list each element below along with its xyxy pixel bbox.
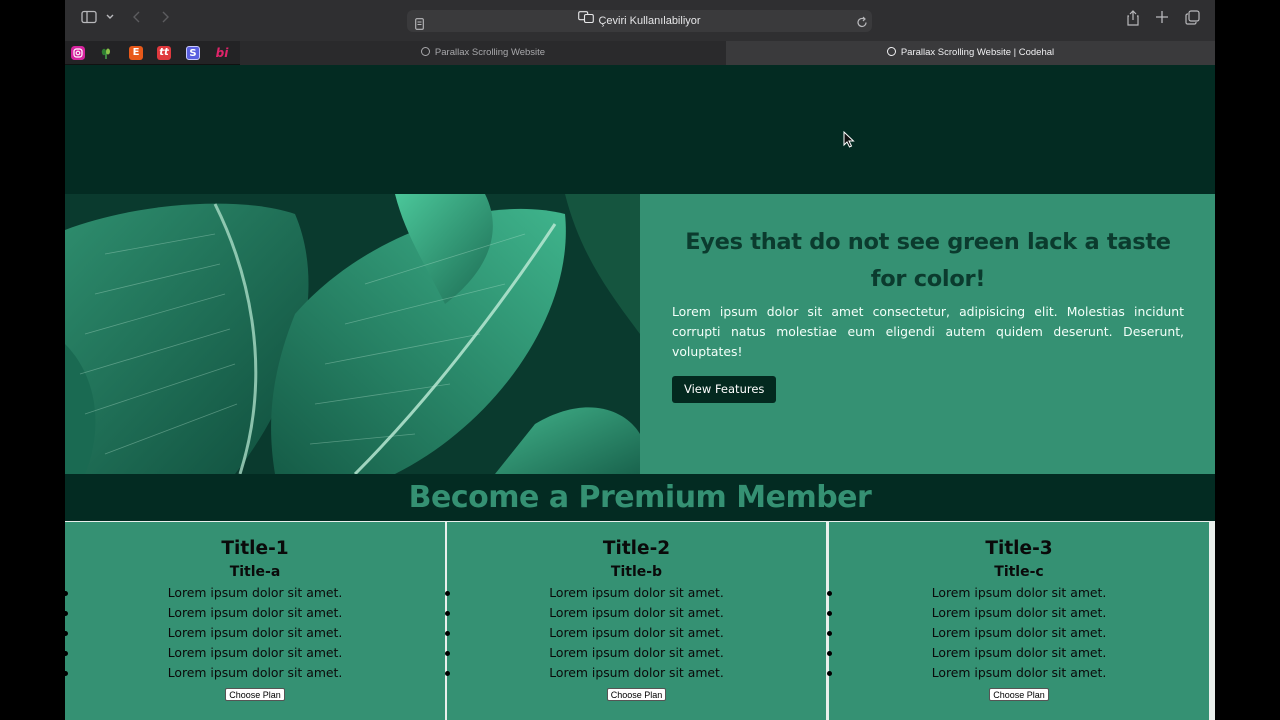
plan-title: Title-1 bbox=[221, 538, 289, 559]
tab-overview-icon[interactable] bbox=[1185, 10, 1200, 30]
tab-parallax-scrolling-website-codehal[interactable]: Parallax Scrolling Website | Codehal bbox=[726, 41, 1215, 65]
bullet-icon bbox=[827, 671, 832, 676]
list-item: Lorem ipsum dolor sit amet. bbox=[445, 583, 826, 603]
plan-feature-text: Lorem ipsum dolor sit amet. bbox=[931, 645, 1107, 660]
list-item: Lorem ipsum dolor sit amet. bbox=[65, 623, 445, 643]
plan-card-2: Title-2 Title-b Lorem ipsum dolor sit am… bbox=[445, 522, 826, 720]
mouse-cursor-icon bbox=[843, 130, 855, 152]
bullet-icon bbox=[445, 671, 450, 676]
feature-title: Eyes that do not see green lack a taste … bbox=[685, 229, 1171, 292]
browser-window: Çeviri Kullanılabiliyor E tt S bi Parall… bbox=[65, 0, 1215, 720]
feature-body: Lorem ipsum dolor sit amet consectetur, … bbox=[672, 304, 1184, 359]
tt-icon[interactable]: tt bbox=[157, 46, 171, 60]
bullet-icon bbox=[65, 631, 68, 636]
plan-feature-text: Lorem ipsum dolor sit amet. bbox=[931, 625, 1107, 640]
choose-plan-button[interactable]: Choose Plan bbox=[606, 688, 667, 701]
list-item: Lorem ipsum dolor sit amet. bbox=[827, 603, 1209, 623]
plan-feature-text: Lorem ipsum dolor sit amet. bbox=[549, 585, 724, 600]
bullet-icon bbox=[65, 611, 68, 616]
plan-feature-text: Lorem ipsum dolor sit amet. bbox=[167, 665, 343, 680]
share-icon[interactable] bbox=[1126, 10, 1140, 30]
address-bar[interactable]: Çeviri Kullanılabiliyor bbox=[407, 10, 872, 32]
choose-plan-button[interactable]: Choose Plan bbox=[989, 688, 1049, 701]
list-item: Lorem ipsum dolor sit amet. bbox=[445, 643, 826, 663]
plan-subtitle: Title-c bbox=[994, 564, 1044, 580]
list-item: Lorem ipsum dolor sit amet. bbox=[445, 663, 826, 683]
list-item: Lorem ipsum dolor sit amet. bbox=[445, 623, 826, 643]
plan-features: Lorem ipsum dolor sit amet. Lorem ipsum … bbox=[445, 583, 826, 683]
list-item: Lorem ipsum dolor sit amet. bbox=[827, 583, 1209, 603]
new-tab-icon[interactable] bbox=[1155, 10, 1169, 30]
plan-feature-text: Lorem ipsum dolor sit amet. bbox=[549, 665, 724, 680]
plans-container: Title-1 Title-a Lorem ipsum dolor sit am… bbox=[65, 521, 1215, 720]
plan-feature-text: Lorem ipsum dolor sit amet. bbox=[549, 605, 724, 620]
instagram-icon[interactable] bbox=[71, 46, 85, 60]
bullet-icon bbox=[827, 651, 832, 656]
plan-subtitle: Title-b bbox=[610, 564, 663, 580]
plan-card-3: Title-3 Title-c Lorem ipsum dolor sit am… bbox=[827, 522, 1209, 720]
bullet-icon bbox=[827, 591, 832, 596]
bi-icon[interactable]: bi bbox=[215, 46, 229, 60]
plan-feature-text: Lorem ipsum dolor sit amet. bbox=[931, 585, 1107, 600]
view-features-button[interactable]: View Features bbox=[672, 376, 777, 403]
bullet-icon bbox=[65, 651, 68, 656]
premium-title: Become a Premium Member bbox=[408, 480, 872, 515]
plan-card-1: Title-1 Title-a Lorem ipsum dolor sit am… bbox=[65, 522, 445, 720]
list-item: Lorem ipsum dolor sit amet. bbox=[65, 663, 445, 683]
plan-title: Title-2 bbox=[602, 538, 671, 559]
s-icon[interactable]: S bbox=[186, 46, 200, 60]
list-item: Lorem ipsum dolor sit amet. bbox=[827, 643, 1209, 663]
parallax-section bbox=[65, 65, 1215, 194]
etsy-icon[interactable]: E bbox=[129, 46, 143, 60]
plan-feature-text: Lorem ipsum dolor sit amet. bbox=[167, 605, 343, 620]
plant-icon[interactable] bbox=[99, 46, 113, 60]
address-text: Çeviri Kullanılabiliyor bbox=[407, 10, 872, 32]
compass-icon bbox=[420, 46, 430, 56]
bullet-icon bbox=[445, 611, 450, 616]
bullet-icon bbox=[65, 671, 68, 676]
bullet-icon bbox=[827, 631, 832, 636]
choose-plan-button[interactable]: Choose Plan bbox=[225, 688, 285, 701]
browser-toolbar: Çeviri Kullanılabiliyor bbox=[65, 0, 1215, 41]
plan-feature-text: Lorem ipsum dolor sit amet. bbox=[167, 645, 343, 660]
chevron-down-icon[interactable] bbox=[105, 10, 115, 30]
list-item: Lorem ipsum dolor sit amet. bbox=[65, 603, 445, 623]
list-item: Lorem ipsum dolor sit amet. bbox=[827, 663, 1209, 683]
compass-icon bbox=[886, 46, 896, 56]
bullet-icon bbox=[827, 611, 832, 616]
plan-feature-text: Lorem ipsum dolor sit amet. bbox=[167, 585, 343, 600]
list-item: Lorem ipsum dolor sit amet. bbox=[65, 643, 445, 663]
translate-icon[interactable] bbox=[578, 9, 595, 31]
plan-title: Title-3 bbox=[985, 538, 1053, 559]
banana-leaves-image bbox=[65, 194, 640, 474]
plan-features: Lorem ipsum dolor sit amet. Lorem ipsum … bbox=[65, 583, 445, 683]
bullet-icon bbox=[445, 631, 450, 636]
list-item: Lorem ipsum dolor sit amet. bbox=[65, 583, 445, 603]
tab-parallax-scrolling-website[interactable]: Parallax Scrolling Website bbox=[240, 41, 726, 65]
address-label: Çeviri Kullanılabiliyor bbox=[598, 15, 701, 27]
reload-icon[interactable] bbox=[856, 14, 868, 33]
tab-title: Parallax Scrolling Website bbox=[434, 47, 546, 58]
back-icon[interactable] bbox=[132, 10, 142, 30]
list-item: Lorem ipsum dolor sit amet. bbox=[445, 603, 826, 623]
plan-feature-text: Lorem ipsum dolor sit amet. bbox=[549, 625, 724, 640]
list-item: Lorem ipsum dolor sit amet. bbox=[827, 623, 1209, 643]
premium-section: Become a Premium Member bbox=[65, 474, 1215, 521]
plan-features: Lorem ipsum dolor sit amet. Lorem ipsum … bbox=[827, 583, 1209, 683]
plan-subtitle: Title-a bbox=[229, 564, 281, 580]
plan-feature-text: Lorem ipsum dolor sit amet. bbox=[931, 605, 1107, 620]
tab-bar: E tt S bi Parallax Scrolling Website Par… bbox=[65, 41, 1215, 65]
plan-feature-text: Lorem ipsum dolor sit amet. bbox=[931, 665, 1107, 680]
plan-feature-text: Lorem ipsum dolor sit amet. bbox=[549, 645, 724, 660]
plan-feature-text: Lorem ipsum dolor sit amet. bbox=[167, 625, 343, 640]
bullet-icon bbox=[445, 591, 450, 596]
tab-title: Parallax Scrolling Website | Codehal bbox=[900, 47, 1055, 58]
sidebar-toggle-icon[interactable] bbox=[81, 10, 97, 30]
bullet-icon bbox=[65, 591, 68, 596]
bullet-icon bbox=[445, 651, 450, 656]
feature-section: Eyes that do not see green lack a taste … bbox=[65, 194, 1215, 474]
feature-content: Eyes that do not see green lack a taste … bbox=[672, 224, 1184, 403]
forward-icon[interactable] bbox=[160, 10, 170, 30]
